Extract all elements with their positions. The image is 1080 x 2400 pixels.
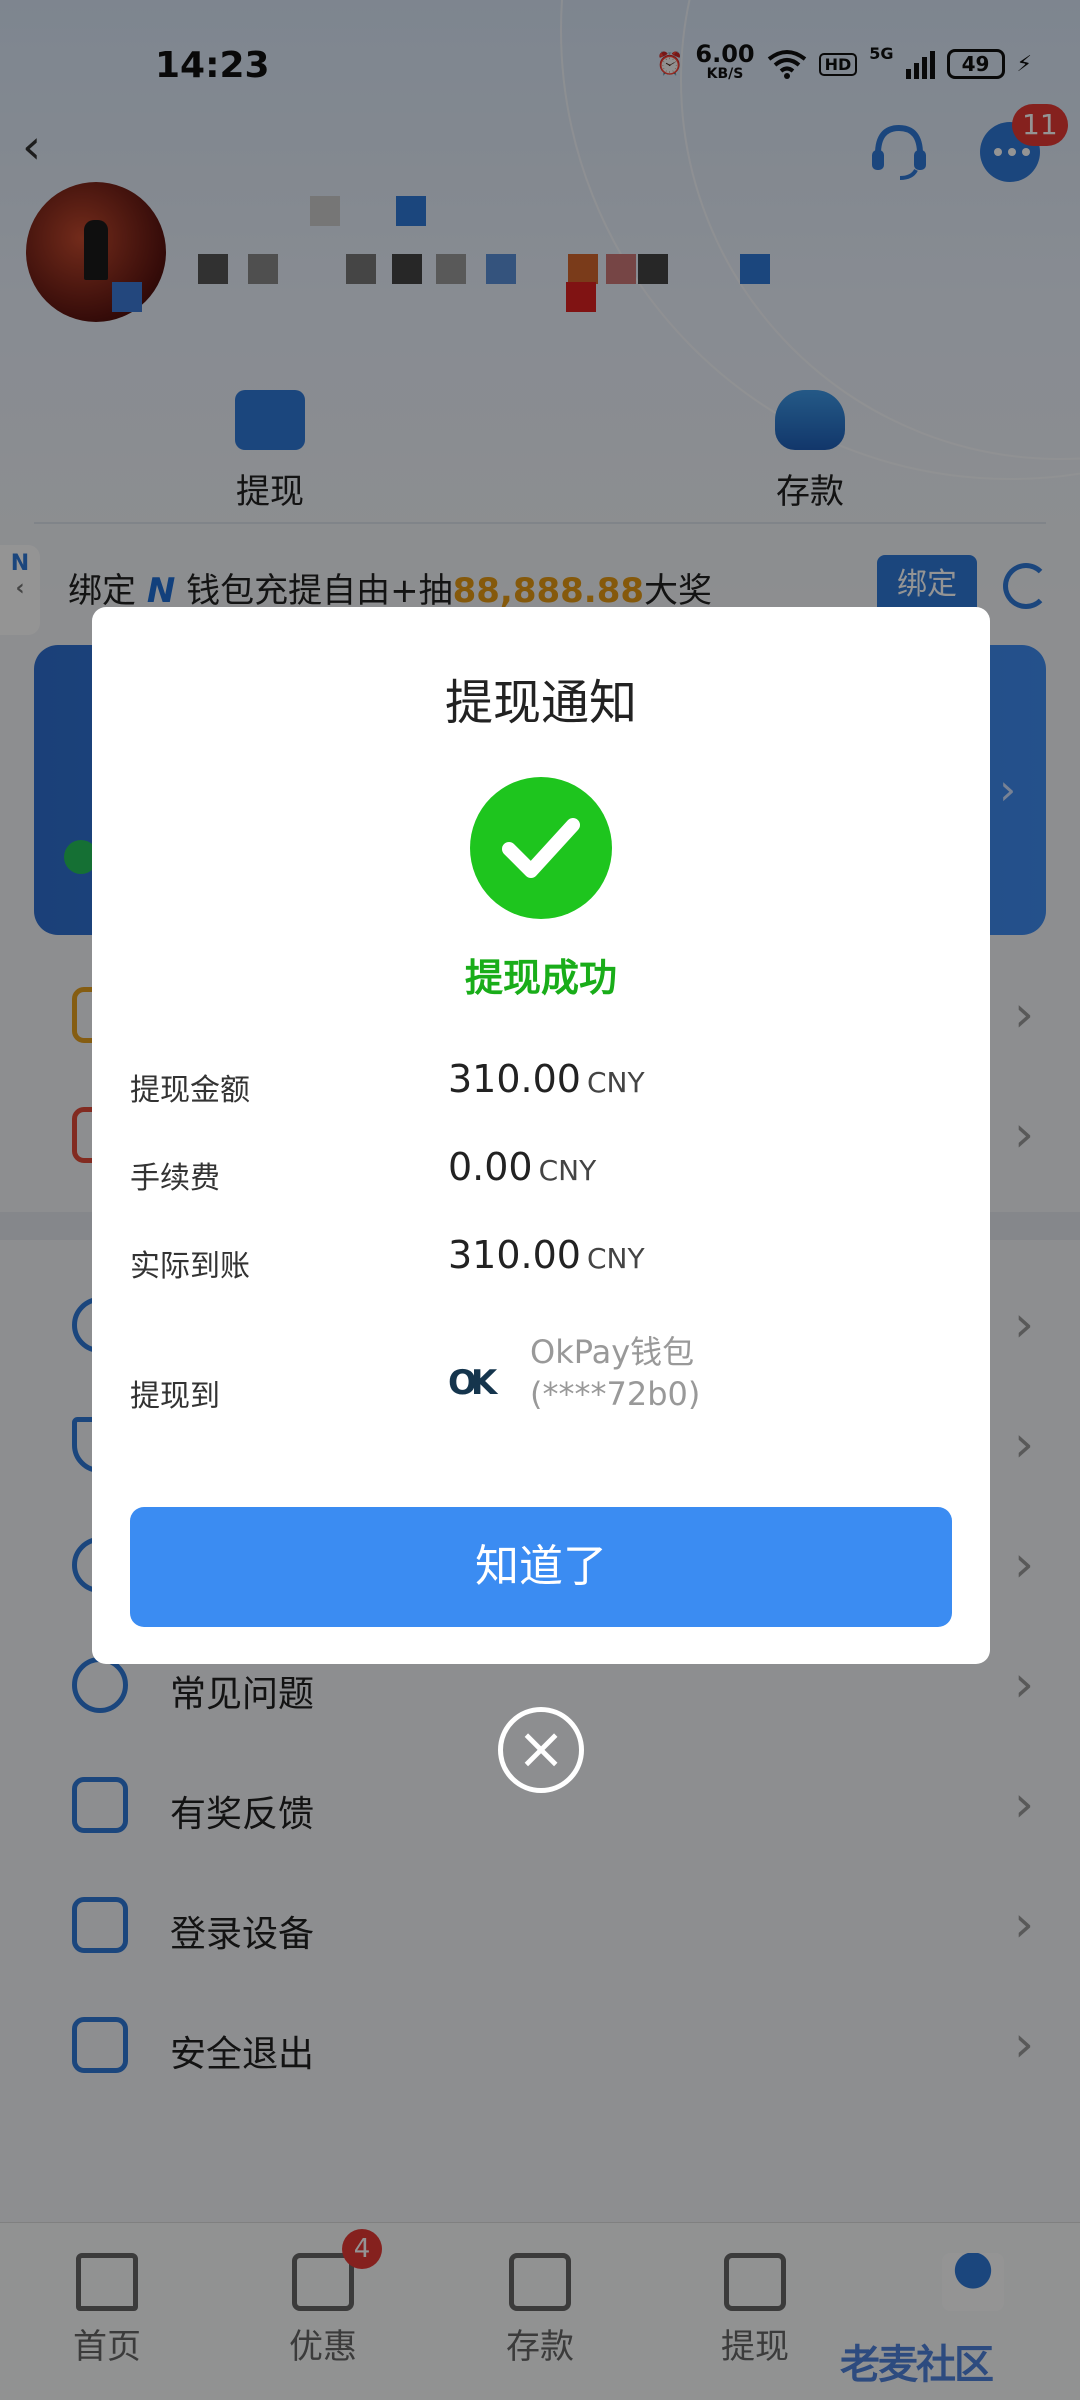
row-key: 提现到 <box>130 1379 220 1414</box>
row-key: 手续费 <box>130 1161 220 1196</box>
row-destination: 提现到 OK OkPay钱包 (****72b0) <box>130 1327 950 1447</box>
row-value: 310.00 CNY <box>448 1057 645 1101</box>
row-fee: 手续费 0.00 CNY <box>130 1135 950 1205</box>
dialog-title: 提现通知 <box>444 675 637 731</box>
success-status: 提现成功 <box>464 956 617 1000</box>
row-key: 实际到账 <box>130 1249 250 1284</box>
close-icon[interactable]: × <box>498 1707 584 1793</box>
wallet-name: OkPay钱包 <box>530 1333 695 1371</box>
withdraw-notice-dialog: 提现通知 提现成功 提现金额 310.00 CNY 手续费 0.00 CNY 实际到… <box>92 607 990 1664</box>
row-received: 实际到账 310.00 CNY <box>130 1223 950 1293</box>
row-value: 0.00 CNY <box>448 1145 597 1189</box>
row-value: 310.00 CNY <box>448 1233 645 1277</box>
row-key: 提现金额 <box>130 1073 250 1108</box>
wallet-account: (****72b0) <box>530 1375 701 1413</box>
success-check-icon <box>470 777 612 919</box>
row-amount: 提现金额 310.00 CNY <box>130 1047 950 1117</box>
okpay-logo-icon: OK <box>448 1363 497 1403</box>
confirm-button[interactable]: 知道了 <box>130 1507 952 1627</box>
